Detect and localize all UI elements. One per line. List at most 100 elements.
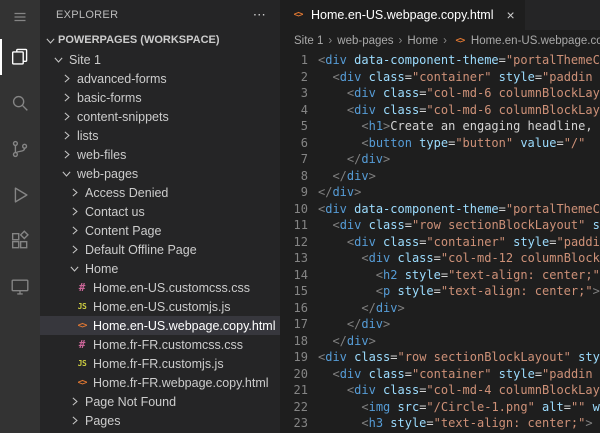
line-number: 13 xyxy=(280,250,308,267)
source-control-icon[interactable] xyxy=(0,126,40,172)
code-line-17[interactable]: 17 </div> xyxy=(280,316,600,333)
tree-folder-access-denied[interactable]: Access Denied xyxy=(40,183,280,202)
code-line-3[interactable]: 3 <div class="col-md-6 columnBlockLay xyxy=(280,85,600,102)
chevron-right-icon xyxy=(58,147,74,163)
code-line-8[interactable]: 8 </div> xyxy=(280,168,600,185)
code-line-1[interactable]: 1<div data-component-theme="portalThemeC xyxy=(280,52,600,69)
line-number: 22 xyxy=(280,399,308,416)
code-editor[interactable]: 1<div data-component-theme="portalThemeC… xyxy=(280,52,600,433)
tab-home-en-us-webpage-copy-html[interactable]: <> Home.en-US.webpage.copy.html × xyxy=(280,0,525,30)
breadcrumb-item-home[interactable]: Home xyxy=(407,35,438,47)
breadcrumb-item-home-en-us-webpage-copy-html[interactable]: <>Home.en-US.webpage.copy.html xyxy=(452,35,600,47)
code-line-22[interactable]: 22 <img src="/Circle-1.png" alt="" wi xyxy=(280,399,600,416)
code-line-15[interactable]: 15 <p style="text-align: center;">C xyxy=(280,283,600,300)
line-number: 17 xyxy=(280,316,308,333)
breadcrumb-label: Home.en-US.webpage.copy.html xyxy=(471,35,600,47)
tree-item-label: Home.fr-FR.customjs.js xyxy=(93,357,224,371)
html-file-icon: <> xyxy=(74,378,90,388)
tree-folder-web-files[interactable]: web-files xyxy=(40,145,280,164)
line-number: 11 xyxy=(280,217,308,234)
tree-folder-contact-us[interactable]: Contact us xyxy=(40,202,280,221)
line-number: 20 xyxy=(280,366,308,383)
line-number: 16 xyxy=(280,300,308,317)
tree-file-home-fr-fr-customjs-js[interactable]: JSHome.fr-FR.customjs.js xyxy=(40,354,280,373)
tree-folder-site-1[interactable]: Site 1 xyxy=(40,50,280,69)
code-line-5[interactable]: 5 <h1>Create an engaging headline, xyxy=(280,118,600,135)
workspace-section-header[interactable]: POWERPAGES (WORKSPACE) xyxy=(40,30,280,50)
line-number: 4 xyxy=(280,102,308,119)
tree-file-home-en-us-webpage-copy-html[interactable]: <>Home.en-US.webpage.copy.html xyxy=(40,316,280,335)
tree-folder-lists[interactable]: lists xyxy=(40,126,280,145)
tree-file-home-en-us-customjs-js[interactable]: JSHome.en-US.customjs.js xyxy=(40,297,280,316)
code-line-20[interactable]: 20 <div class="container" style="paddin xyxy=(280,366,600,383)
breadcrumb-label: web-pages xyxy=(337,35,393,47)
power-platform-icon[interactable] xyxy=(0,264,40,310)
tree-item-label: Home.en-US.customjs.js xyxy=(93,300,231,314)
menu-icon[interactable] xyxy=(0,0,40,34)
tab-bar: <> Home.en-US.webpage.copy.html × xyxy=(280,0,600,30)
tree-folder-basic-forms[interactable]: basic-forms xyxy=(40,88,280,107)
code-text: </div> xyxy=(318,333,376,350)
tree-item-label: Home.en-US.customcss.css xyxy=(93,281,250,295)
file-tree: Site 1 advanced-formsbasic-forms content-s… xyxy=(40,50,280,430)
sidebar-header: EXPLORER ⋯ xyxy=(40,0,280,30)
line-number: 18 xyxy=(280,333,308,350)
code-text: </div> xyxy=(318,151,390,168)
tree-folder-content-page[interactable]: Content Page xyxy=(40,221,280,240)
code-line-4[interactable]: 4 <div class="col-md-6 columnBlockLay xyxy=(280,102,600,119)
explorer-sidebar: EXPLORER ⋯ POWERPAGES (WORKSPACE) Site 1… xyxy=(40,0,280,433)
code-line-23[interactable]: 23 <h3 style="text-align: center;"> xyxy=(280,415,600,432)
code-line-7[interactable]: 7 </div> xyxy=(280,151,600,168)
explorer-icon[interactable] xyxy=(0,34,40,80)
code-text: <div class="container" style="paddin xyxy=(318,366,593,383)
code-line-10[interactable]: 10<div data-component-theme="portalTheme… xyxy=(280,201,600,218)
breadcrumb-item-web-pages[interactable]: web-pages xyxy=(337,35,393,47)
tree-folder-web-pages[interactable]: web-pages xyxy=(40,164,280,183)
tree-item-label: Page Not Found xyxy=(85,395,176,409)
css-file-icon: # xyxy=(74,281,90,294)
html-file-icon: <> xyxy=(290,10,306,20)
chevron-right-icon xyxy=(58,109,74,125)
breadcrumb-label: Home xyxy=(407,35,438,47)
line-number: 2 xyxy=(280,69,308,86)
code-line-6[interactable]: 6 <button type="button" value="/" xyxy=(280,135,600,152)
code-text: <button type="button" value="/" xyxy=(318,135,585,152)
more-actions-button[interactable]: ⋯ xyxy=(253,7,266,23)
chevron-down-icon xyxy=(58,166,74,182)
code-text: </div> xyxy=(318,184,361,201)
tree-folder-content-snippets[interactable]: content-snippets xyxy=(40,107,280,126)
code-line-16[interactable]: 16 </div> xyxy=(280,300,600,317)
tree-item-label: Home.fr-FR.customcss.css xyxy=(93,338,243,352)
extensions-icon[interactable] xyxy=(0,218,40,264)
code-line-21[interactable]: 21 <div class="col-md-4 columnBlockLay xyxy=(280,382,600,399)
tree-file-home-fr-fr-customcss-css[interactable]: #Home.fr-FR.customcss.css xyxy=(40,335,280,354)
code-text: <div class="container" style="paddin xyxy=(318,69,593,86)
tree-item-label: content-snippets xyxy=(77,110,169,124)
search-icon[interactable] xyxy=(0,80,40,126)
code-line-2[interactable]: 2 <div class="container" style="paddin xyxy=(280,69,600,86)
tree-item-label: Site 1 xyxy=(69,53,101,67)
close-icon[interactable]: × xyxy=(507,7,515,23)
code-text: <div class="container" style="paddi xyxy=(318,234,600,251)
code-line-12[interactable]: 12 <div class="container" style="paddi xyxy=(280,234,600,251)
tree-file-home-fr-fr-webpage-copy-html[interactable]: <>Home.fr-FR.webpage.copy.html xyxy=(40,373,280,392)
breadcrumb-item-site-1[interactable]: Site 1 xyxy=(294,35,323,47)
tree-item-label: Home xyxy=(85,262,118,276)
code-line-14[interactable]: 14 <h2 style="text-align: center;"> xyxy=(280,267,600,284)
code-line-13[interactable]: 13 <div class="col-md-12 columnBlockL xyxy=(280,250,600,267)
tree-folder-page-not-found[interactable]: Page Not Found xyxy=(40,392,280,411)
code-line-18[interactable]: 18 </div> xyxy=(280,333,600,350)
js-file-icon: JS xyxy=(74,359,90,368)
code-text: </div> xyxy=(318,300,405,317)
tree-folder-pages[interactable]: Pages xyxy=(40,411,280,430)
code-line-11[interactable]: 11 <div class="row sectionBlockLayout" s… xyxy=(280,217,600,234)
run-debug-icon[interactable] xyxy=(0,172,40,218)
code-text: <div class="col-md-4 columnBlockLay xyxy=(318,382,600,399)
tree-folder-default-offline-page[interactable]: Default Offline Page xyxy=(40,240,280,259)
tree-folder-home[interactable]: Home xyxy=(40,259,280,278)
tree-file-home-en-us-customcss-css[interactable]: #Home.en-US.customcss.css xyxy=(40,278,280,297)
code-line-19[interactable]: 19<div class="row sectionBlockLayout" st… xyxy=(280,349,600,366)
code-line-9[interactable]: 9</div> xyxy=(280,184,600,201)
tree-folder-advanced-forms[interactable]: advanced-forms xyxy=(40,69,280,88)
activity-bar xyxy=(0,0,40,433)
